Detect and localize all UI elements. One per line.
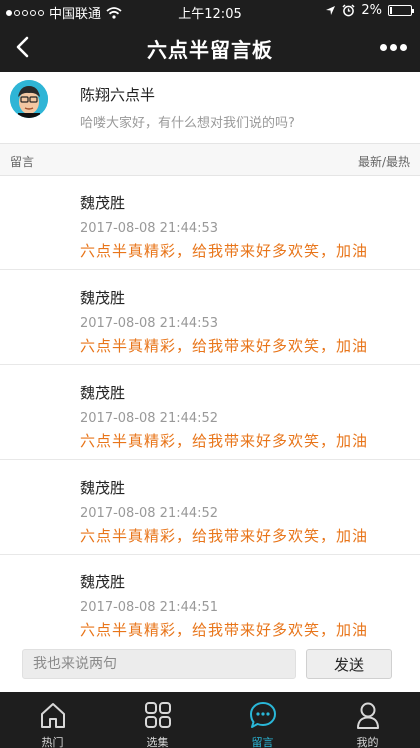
section-title: 留言: [10, 155, 35, 169]
message-author: 魏茂胜: [80, 384, 126, 402]
grid-icon: [144, 702, 171, 728]
message-text: 六点半真精彩，给我带来好多欢笑，加油: [80, 242, 369, 260]
home-icon: [40, 703, 65, 728]
list-item: 魏茂胜 2017-08-08 21:44:53 六点半真精彩，给我带来好多欢笑，…: [0, 176, 420, 270]
message-author: 魏茂胜: [80, 289, 126, 307]
message-text: 六点半真精彩，给我带来好多欢笑，加油: [80, 527, 369, 545]
profile-description: 哈喽大家好，有什么想对我们说的吗?: [80, 116, 295, 131]
message-author: 魏茂胜: [80, 573, 126, 591]
message-time: 2017-08-08 21:44:52: [80, 411, 219, 426]
tab-label: 我的: [356, 736, 379, 748]
send-button[interactable]: 发送: [306, 649, 392, 679]
status-bar: 中国联通 上午12:05 2%: [0, 0, 420, 22]
tab-messages[interactable]: 留言: [210, 692, 315, 748]
profile-header: 陈翔六点半 哈喽大家好，有什么想对我们说的吗?: [0, 72, 420, 144]
list-item: 魏茂胜 2017-08-08 21:44:53 六点半真精彩，给我带来好多欢笑，…: [0, 271, 420, 365]
avatar-face-icon: [10, 80, 48, 118]
message-time: 2017-08-08 21:44:51: [80, 600, 219, 615]
message-time: 2017-08-08 21:44:52: [80, 506, 219, 521]
profile-name: 陈翔六点半: [80, 86, 156, 104]
tab-bar: 热门 选集 留言 我的: [0, 692, 420, 748]
page-title: 六点半留言板: [147, 38, 273, 62]
battery-icon: [388, 5, 414, 16]
tab-collection[interactable]: 选集: [105, 692, 210, 748]
chat-bubble-icon: [249, 702, 276, 728]
comment-input[interactable]: [22, 649, 296, 679]
person-icon: [356, 702, 379, 729]
tab-mine[interactable]: 我的: [315, 692, 420, 748]
message-text: 六点半真精彩，给我带来好多欢笑，加油: [80, 621, 369, 639]
message-list-header: 留言 最新/最热: [0, 144, 420, 176]
navigation-bar: 六点半留言板: [0, 22, 420, 72]
message-author: 魏茂胜: [80, 479, 126, 497]
tab-label: 留言: [251, 736, 274, 748]
alarm-clock-icon: [342, 4, 355, 17]
sort-toggle[interactable]: 最新/最热: [358, 153, 410, 170]
message-text: 六点半真精彩，给我带来好多欢笑，加油: [80, 337, 369, 355]
more-options-icon[interactable]: [378, 35, 408, 59]
avatar[interactable]: [10, 80, 48, 118]
message-time: 2017-08-08 21:44:53: [80, 316, 219, 331]
list-item: 魏茂胜 2017-08-08 21:44:52 六点半真精彩，给我带来好多欢笑，…: [0, 366, 420, 460]
list-item: 魏茂胜 2017-08-08 21:44:52 六点半真精彩，给我带来好多欢笑，…: [0, 461, 420, 555]
location-arrow-icon: [326, 6, 336, 15]
battery-percent: 2%: [361, 3, 382, 18]
tab-label: 热门: [41, 736, 64, 748]
message-time: 2017-08-08 21:44:53: [80, 221, 219, 236]
comment-input-bar: 发送: [0, 640, 420, 692]
message-author: 魏茂胜: [80, 194, 126, 212]
tab-hot[interactable]: 热门: [0, 692, 105, 748]
message-text: 六点半真精彩，给我带来好多欢笑，加油: [80, 432, 369, 450]
tab-label: 选集: [146, 736, 169, 748]
list-item: 魏茂胜 2017-08-08 21:44:51 六点半真精彩，给我带来好多欢笑，…: [0, 555, 420, 649]
